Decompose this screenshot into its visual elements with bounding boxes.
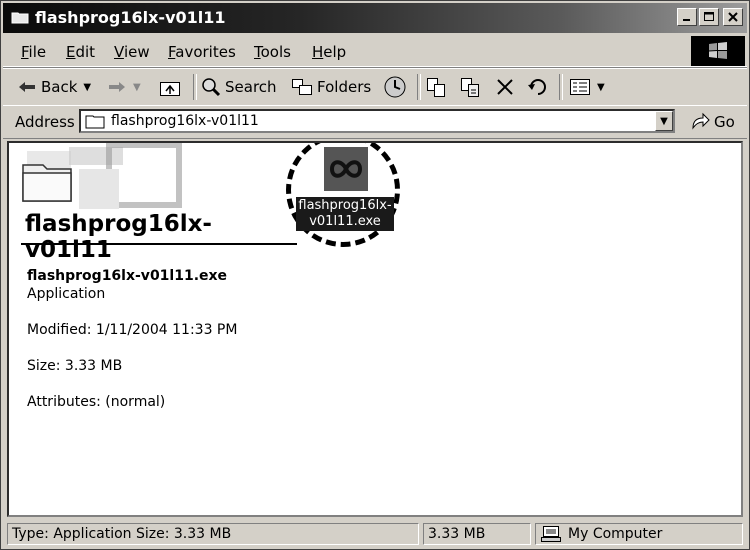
menu-view[interactable]: View [114, 43, 150, 61]
details-attributes: Attributes: (normal) [27, 394, 166, 410]
folder-icon [85, 115, 105, 129]
menu-favorites[interactable]: Favorites [168, 43, 236, 61]
delete-icon [497, 79, 513, 95]
address-input[interactable]: flashprog16lx-v01l11 ▼ [79, 109, 675, 133]
status-zone: My Computer [535, 523, 743, 545]
history-button[interactable] [383, 75, 407, 99]
computer-icon [541, 526, 561, 542]
folder-icon [11, 12, 29, 24]
search-icon [202, 78, 221, 97]
windows-logo-icon [709, 42, 727, 59]
undo-button[interactable] [527, 75, 549, 99]
forward-dropdown-icon[interactable]: ▼ [133, 82, 141, 93]
window-title: flashprog16lx-v01l11 [35, 8, 226, 27]
status-info: Type: Application Size: 3.33 MB [7, 523, 419, 545]
title-bar[interactable]: flashprog16lx-v01l11 [3, 3, 747, 33]
folder-title: flashprog16lx-v01l11 [25, 211, 212, 263]
forward-icon [109, 82, 125, 92]
forward-button[interactable]: ▼ [107, 75, 141, 99]
copy-to-button[interactable] [459, 75, 481, 99]
status-size: 3.33 MB [423, 523, 531, 545]
undo-icon [528, 79, 546, 95]
copy-to-icon [461, 78, 479, 97]
back-button[interactable]: Back ▼ [17, 75, 91, 99]
menu-help[interactable]: Help [312, 43, 346, 61]
address-label: Address [15, 113, 75, 131]
menu-bar: File Edit View Favorites Tools Help [3, 36, 747, 67]
address-value: flashprog16lx-v01l11 [111, 113, 259, 129]
file-details: flashprog16lx-v01l11.exe Application Mod… [27, 267, 237, 429]
up-folder-icon [160, 82, 180, 96]
address-dropdown-button[interactable]: ▼ [655, 111, 673, 131]
address-bar: Address flashprog16lx-v01l11 ▼ Go [3, 105, 747, 139]
title-divider [21, 243, 297, 245]
menu-edit[interactable]: Edit [66, 43, 95, 61]
folders-button[interactable]: Folders [291, 75, 371, 99]
close-button[interactable] [723, 8, 743, 26]
go-button[interactable]: Go [689, 112, 735, 132]
window-controls [677, 8, 743, 30]
details-filename: flashprog16lx-v01l11.exe [27, 268, 228, 284]
maximize-icon [704, 12, 714, 21]
folder-banner-art [9, 143, 189, 219]
views-icon [570, 79, 590, 95]
menu-tools[interactable]: Tools [254, 43, 291, 61]
search-button[interactable]: Search [201, 75, 277, 99]
minimize-icon [683, 19, 690, 21]
maximize-button[interactable] [699, 8, 719, 26]
standard-toolbar: Back ▼ ▼ Search Folders ▼ [3, 68, 747, 106]
move-to-icon [427, 78, 445, 97]
views-dropdown-icon[interactable]: ▼ [597, 82, 605, 93]
up-button[interactable] [159, 75, 181, 99]
details-modified: Modified: 1/11/2004 11:33 PM [27, 322, 238, 338]
file-item[interactable]: flashprog16lx-v01l11.exe [286, 143, 406, 258]
status-bar: Type: Application Size: 3.33 MB 3.33 MB … [3, 521, 747, 547]
application-icon[interactable] [324, 147, 368, 191]
details-type: Application [27, 286, 106, 302]
move-to-button[interactable] [425, 75, 447, 99]
details-size: Size: 3.33 MB [27, 358, 123, 374]
explorer-window: flashprog16lx-v01l11 File Edit View Favo… [0, 0, 750, 550]
history-icon [384, 76, 406, 98]
minimize-button[interactable] [677, 8, 697, 26]
menu-file[interactable]: File [21, 43, 46, 61]
windows-logo [691, 36, 745, 66]
back-dropdown-icon[interactable]: ▼ [83, 82, 91, 93]
folders-icon [292, 79, 312, 95]
close-icon [728, 12, 738, 22]
file-item-label[interactable]: flashprog16lx-v01l11.exe [296, 197, 394, 231]
folder-view[interactable]: flashprog16lx-v01l11 flashprog16lx-v01l1… [7, 141, 743, 517]
delete-button[interactable] [495, 75, 515, 99]
back-icon [19, 82, 35, 92]
views-button[interactable]: ▼ [569, 75, 605, 99]
go-icon [692, 112, 710, 130]
